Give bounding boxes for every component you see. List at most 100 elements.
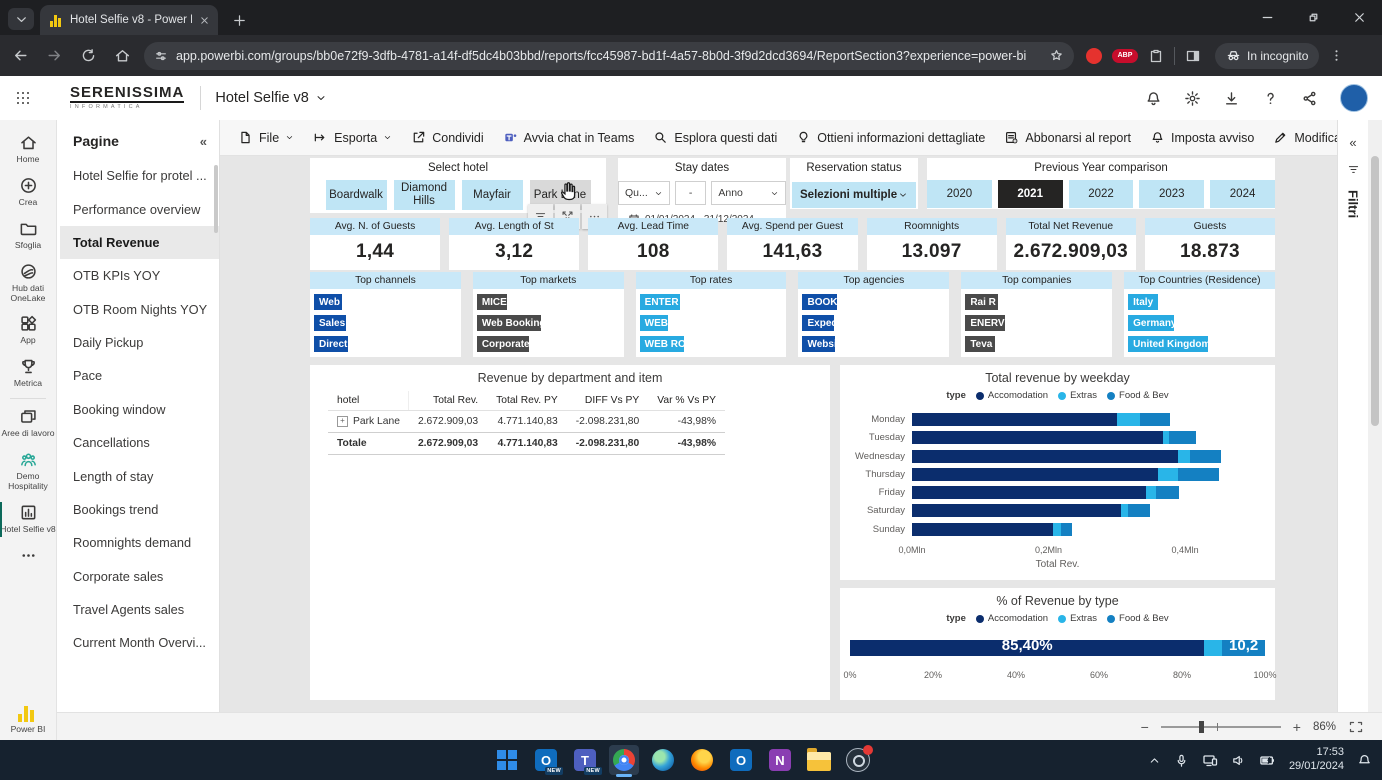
- pages-scrollbar[interactable]: [214, 165, 218, 233]
- page-item-otb-kpis-yoy[interactable]: OTB KPIs YOY: [57, 259, 219, 292]
- zoom-in-icon[interactable]: +: [1293, 720, 1301, 734]
- page-item-booking-window[interactable]: Booking window: [57, 393, 219, 426]
- notification-bell-icon[interactable]: [1357, 753, 1372, 768]
- top-list-bar-direct[interactable]: Direct: [314, 336, 348, 352]
- bar-segment-accomodation[interactable]: [912, 413, 1117, 426]
- table-column-header[interactable]: Total Rev.: [409, 391, 487, 411]
- microphone-icon[interactable]: [1174, 753, 1189, 768]
- bar-segment-food-bev[interactable]: [1140, 413, 1170, 426]
- url-bar[interactable]: app.powerbi.com/groups/bb0e72f9-3dfb-478…: [144, 42, 1074, 70]
- bar-segment-extras[interactable]: [1121, 504, 1129, 517]
- top-list-bar-web-ro[interactable]: WEB RO: [640, 336, 684, 352]
- toolbar-item-modifica[interactable]: Modifica: [1273, 130, 1341, 145]
- stay-dates-granularity-select[interactable]: Qu...: [618, 181, 670, 205]
- filters-pane-label[interactable]: Filtri: [1346, 190, 1361, 218]
- waffle-menu-icon[interactable]: [0, 90, 46, 106]
- top-list-bar-exped[interactable]: Exped: [802, 315, 834, 331]
- pct-bar-segment-accomodation[interactable]: 85,40%: [850, 640, 1204, 656]
- window-close-icon[interactable]: [1336, 10, 1382, 25]
- table-column-header[interactable]: hotel: [328, 391, 409, 411]
- top-list-bar-booki[interactable]: BOOKI: [802, 294, 837, 310]
- top-list-bar-teva[interactable]: Teva: [965, 336, 995, 352]
- page-item-total-revenue[interactable]: Total Revenue: [57, 226, 219, 259]
- pct-bar-segment-extras[interactable]: [1204, 640, 1222, 656]
- reservation-status-select[interactable]: Selezioni multiple: [792, 182, 916, 208]
- forward-icon[interactable]: [40, 47, 68, 64]
- sidebar-item-metrica[interactable]: Metrica: [0, 352, 57, 395]
- legend-item-extras[interactable]: Extras: [1058, 613, 1097, 624]
- page-item-hotel-selfie-for-protel-[interactable]: Hotel Selfie for protel ...: [57, 159, 219, 192]
- page-item-length-of-stay[interactable]: Length of stay: [57, 459, 219, 492]
- year-button-2022[interactable]: 2022: [1069, 180, 1134, 208]
- speaker-icon[interactable]: [1231, 753, 1246, 768]
- report-title[interactable]: Hotel Selfie v8: [215, 90, 327, 106]
- top-list-bar-rai-r[interactable]: Rai R: [965, 294, 998, 310]
- new-tab-button[interactable]: [226, 7, 252, 33]
- legend-item-extras[interactable]: Extras: [1058, 390, 1097, 401]
- zoom-out-icon[interactable]: −: [1141, 720, 1149, 734]
- adblock-plus-icon[interactable]: ABP: [1112, 49, 1138, 63]
- bar-segment-food-bev[interactable]: [1061, 523, 1072, 536]
- zoom-slider[interactable]: [1161, 726, 1281, 728]
- tray-chevron-up-icon[interactable]: [1148, 754, 1161, 767]
- extension-clipboard-icon[interactable]: [1148, 48, 1164, 64]
- user-avatar[interactable]: [1340, 84, 1368, 112]
- toolbar-item-esplora-questi-dati[interactable]: Esplora questi dati: [653, 130, 777, 145]
- taskbar-app-start-icon[interactable]: [492, 745, 522, 775]
- page-item-bookings-trend[interactable]: Bookings trend: [57, 493, 219, 526]
- year-button-2020[interactable]: 2020: [927, 180, 992, 208]
- top-list-bar-united-kingdom[interactable]: United Kingdom: [1128, 336, 1208, 352]
- browser-scrollbar[interactable]: [1368, 120, 1382, 712]
- bar-segment-accomodation[interactable]: [912, 450, 1178, 463]
- hotel-button-diamond-hills[interactable]: Diamond Hills: [394, 180, 455, 210]
- bar-segment-food-bev[interactable]: [1178, 468, 1219, 481]
- top-list-bar-mice[interactable]: MICE: [477, 294, 507, 310]
- expand-filters-icon[interactable]: «: [1349, 136, 1356, 149]
- hotel-button-boardwalk[interactable]: Boardwalk: [326, 180, 387, 210]
- taskbar-app-teams-app-icon[interactable]: TNEW: [570, 745, 600, 775]
- top-list-bar-websi[interactable]: Websi: [802, 336, 835, 352]
- row-expand-icon[interactable]: +: [337, 416, 348, 427]
- page-item-cancellations[interactable]: Cancellations: [57, 426, 219, 459]
- bar-segment-extras[interactable]: [1053, 523, 1061, 536]
- taskbar-app-outlook-icon[interactable]: ONEW: [531, 745, 561, 775]
- page-item-otb-room-nights-yoy[interactable]: OTB Room Nights YOY: [57, 293, 219, 326]
- bar-segment-accomodation[interactable]: [912, 486, 1146, 499]
- taskbar-app-onenote-icon[interactable]: N: [765, 745, 795, 775]
- collapse-pages-icon[interactable]: «: [200, 135, 207, 148]
- page-item-daily-pickup[interactable]: Daily Pickup: [57, 326, 219, 359]
- top-list-bar-web[interactable]: Web: [314, 294, 342, 310]
- window-minimize-icon[interactable]: [1244, 10, 1290, 25]
- filters-funnel-icon[interactable]: [1347, 163, 1360, 176]
- top-list-bar-corporate[interactable]: Corporate: [477, 336, 529, 352]
- browser-tab[interactable]: Hotel Selfie v8 - Power BI: [40, 5, 218, 35]
- taskbar-app-chrome-icon[interactable]: [609, 745, 639, 775]
- back-icon[interactable]: [6, 47, 34, 64]
- table-row[interactable]: +Park Lane2.672.909,034.771.140,83-2.098…: [328, 411, 725, 433]
- side-panel-icon[interactable]: [1185, 48, 1201, 64]
- top-list-bar-germany[interactable]: Germany: [1128, 315, 1174, 331]
- toolbar-item-esporta[interactable]: Esporta: [313, 130, 392, 145]
- sidebar-item-crea[interactable]: Crea: [0, 171, 57, 214]
- reload-icon[interactable]: [74, 47, 102, 64]
- tab-close-icon[interactable]: [199, 15, 210, 26]
- page-item-current-month-overvi-[interactable]: Current Month Overvi...: [57, 626, 219, 659]
- bar-segment-food-bev[interactable]: [1169, 431, 1196, 444]
- year-button-2023[interactable]: 2023: [1139, 180, 1204, 208]
- toolbar-item-imposta-avviso[interactable]: Imposta avviso: [1150, 130, 1254, 145]
- year-button-2024[interactable]: 2024: [1210, 180, 1275, 208]
- sidebar-item-app[interactable]: App: [0, 309, 57, 352]
- bar-segment-food-bev[interactable]: [1190, 450, 1221, 463]
- legend-item-food-bev[interactable]: Food & Bev: [1107, 390, 1169, 401]
- legend-item-accomodation[interactable]: Accomodation: [976, 613, 1048, 624]
- top-list-bar-web-booking[interactable]: Web Booking: [477, 315, 541, 331]
- window-restore-icon[interactable]: [1290, 10, 1336, 25]
- year-button-2021[interactable]: 2021: [998, 180, 1063, 208]
- browser-menu-icon[interactable]: [1329, 48, 1344, 63]
- fit-to-page-icon[interactable]: [1348, 719, 1364, 735]
- bar-segment-extras[interactable]: [1178, 450, 1190, 463]
- hotel-button-mayfair[interactable]: Mayfair: [462, 180, 523, 210]
- taskbar-app-obs-icon[interactable]: [843, 745, 873, 775]
- table-column-header[interactable]: DIFF Vs PY: [567, 391, 649, 411]
- top-list-bar-web[interactable]: WEB: [640, 315, 668, 331]
